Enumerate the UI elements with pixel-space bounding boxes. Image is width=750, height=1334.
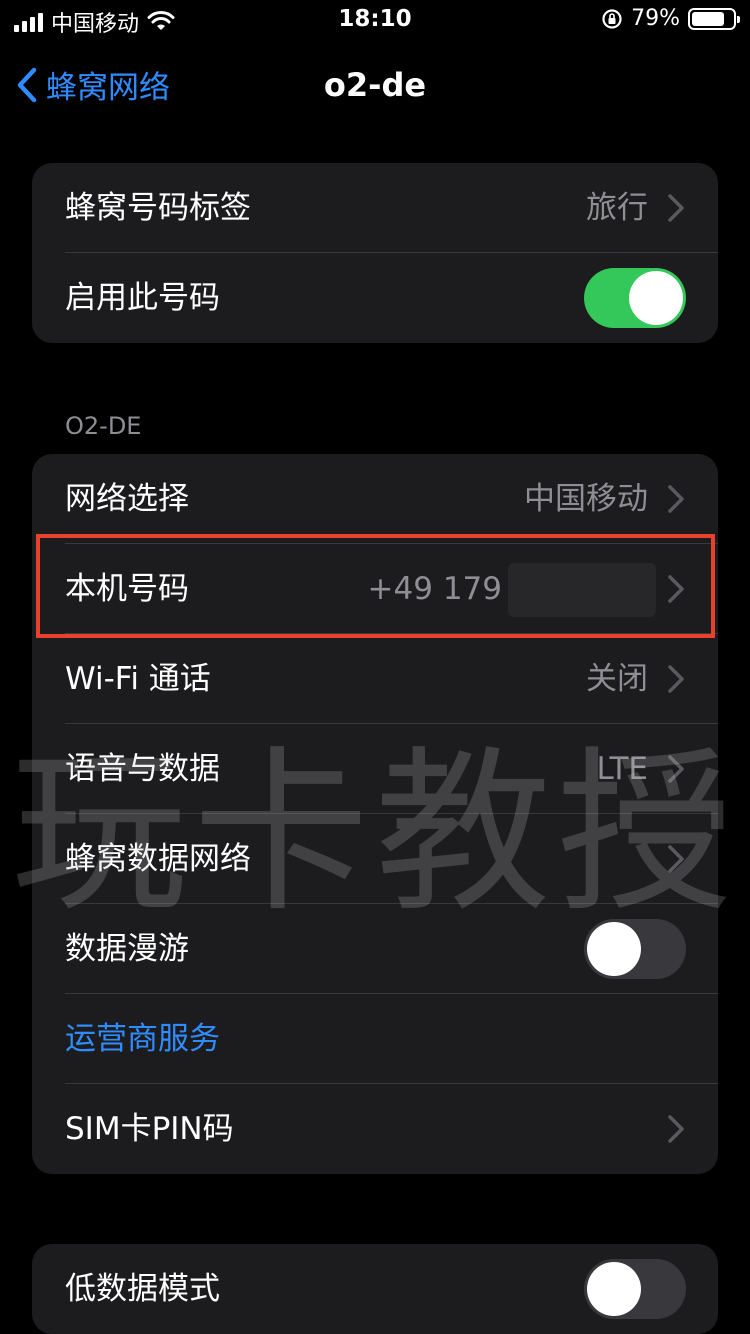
carrier-settings-group: 网络选择 中国移动 本机号码 +49 179 Wi-Fi 通话 关闭 语音与数据… — [32, 454, 718, 1174]
chevron-right-icon — [668, 194, 684, 222]
page-title: o2-de — [323, 66, 427, 104]
carrier-services-row[interactable]: 运营商服务 — [32, 994, 718, 1084]
navigation-bar: 蜂窝网络 o2-de — [0, 52, 750, 116]
wifi-calling-value: 关闭 — [586, 661, 648, 697]
data-roaming-toggle[interactable] — [584, 919, 686, 979]
voice-data-value: LTE — [596, 751, 648, 787]
sim-pin-label: SIM卡PIN码 — [65, 1111, 234, 1147]
chevron-right-icon — [668, 485, 684, 513]
low-data-group: 低数据模式 — [32, 1244, 718, 1334]
data-roaming-row: 数据漫游 — [32, 904, 718, 994]
enable-number-label: 启用此号码 — [65, 280, 220, 316]
chevron-right-icon — [668, 1115, 684, 1143]
voice-data-label: 语音与数据 — [65, 751, 220, 787]
status-right: 79% — [601, 6, 740, 31]
carrier-services-link[interactable]: 运营商服务 — [65, 994, 220, 1084]
chevron-right-icon — [668, 575, 684, 603]
number-label-label: 蜂窝号码标签 — [65, 190, 251, 226]
my-number-label: 本机号码 — [65, 571, 189, 607]
network-selection-row[interactable]: 网络选择 中国移动 — [32, 454, 718, 544]
wifi-calling-row[interactable]: Wi-Fi 通话 关闭 — [32, 634, 718, 724]
battery-icon — [688, 7, 740, 30]
low-data-mode-toggle[interactable] — [584, 1259, 686, 1319]
redacted-number-blur — [508, 563, 656, 617]
status-bar: 中国移动 18:10 79% — [0, 0, 750, 40]
cellular-data-network-label: 蜂窝数据网络 — [65, 841, 251, 877]
section-header-carrier: O2-DE — [65, 412, 142, 440]
voice-data-row[interactable]: 语音与数据 LTE — [32, 724, 718, 814]
sim-pin-row[interactable]: SIM卡PIN码 — [32, 1084, 718, 1174]
sim-settings-group: 蜂窝号码标签 旅行 启用此号码 — [32, 163, 718, 343]
network-selection-label: 网络选择 — [65, 481, 189, 517]
chevron-right-icon — [668, 665, 684, 693]
rotation-lock-icon — [602, 8, 622, 29]
enable-number-toggle[interactable] — [584, 268, 686, 328]
number-label-row[interactable]: 蜂窝号码标签 旅行 — [32, 163, 718, 253]
number-label-value: 旅行 — [586, 190, 648, 226]
my-number-value: +49 179 — [367, 571, 502, 607]
low-data-mode-label: 低数据模式 — [65, 1271, 220, 1307]
network-selection-value: 中国移动 — [524, 481, 648, 517]
chevron-right-icon — [668, 755, 684, 783]
chevron-right-icon — [668, 845, 684, 873]
battery-percent: 79% — [631, 6, 680, 31]
cellular-data-network-row[interactable]: 蜂窝数据网络 — [32, 814, 718, 904]
low-data-mode-row: 低数据模式 — [32, 1244, 718, 1334]
wifi-calling-label: Wi-Fi 通话 — [65, 661, 211, 697]
data-roaming-label: 数据漫游 — [65, 931, 189, 967]
enable-number-row: 启用此号码 — [32, 253, 718, 343]
